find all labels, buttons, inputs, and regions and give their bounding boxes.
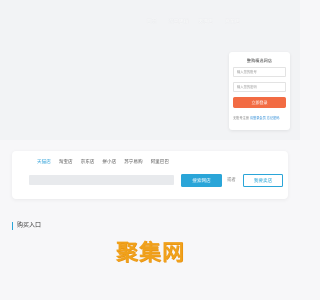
watermark-text: 聚集网 xyxy=(116,241,186,266)
register-link[interactable]: 请登录会员 xyxy=(250,116,266,120)
tab-alibaba[interactable]: 阿里巴巴 xyxy=(151,158,169,166)
forgot-password-link[interactable]: 忘记密码 xyxy=(267,116,280,120)
search-button[interactable]: 搜索网店 xyxy=(181,174,222,187)
search-input[interactable] xyxy=(29,175,174,185)
top-nav: 首页 淘宝店铺 天猫店 京东店 xyxy=(138,18,246,25)
account-input[interactable]: 输入您的账号 xyxy=(233,67,286,77)
tab-jd[interactable]: 京东店 xyxy=(81,158,95,166)
store-type-tabs: 天猫店 淘宝店 京东店 拼小店 苏宁易购 阿里巴巴 xyxy=(37,158,177,166)
hero-banner: 首页 淘宝店铺 天猫店 京东店 整购精选网店 输入您的账号 输入您的密码 立即登… xyxy=(0,0,300,140)
login-button[interactable]: 立即登录 xyxy=(233,97,286,108)
tab-tmall[interactable]: 天猫店 xyxy=(37,158,51,166)
nav-item-home[interactable]: 首页 xyxy=(138,18,165,25)
tab-suning[interactable]: 苏宁易购 xyxy=(124,158,142,166)
nav-item-tmall[interactable]: 天猫店 xyxy=(192,18,219,25)
tab-taobao[interactable]: 淘宝店 xyxy=(59,158,73,166)
password-input[interactable]: 输入您的密码 xyxy=(233,82,286,92)
nav-item-jd[interactable]: 京东店 xyxy=(219,18,246,25)
login-title: 整购精选网店 xyxy=(246,58,273,63)
section-title: 购买入口 xyxy=(12,222,41,230)
or-label: 或者 xyxy=(227,177,236,182)
login-links: 无账号注册 请登录会员 忘记密码 xyxy=(233,115,289,120)
sell-store-button[interactable]: 我要卖店 xyxy=(243,174,283,187)
watermark-logo: 聚集网 xyxy=(116,235,185,267)
nav-item-taobao[interactable]: 淘宝店铺 xyxy=(165,18,192,25)
login-card: 整购精选网店 输入您的账号 输入您的密码 立即登录 无账号注册 请登录会员 忘记… xyxy=(229,52,290,130)
tab-pinxiaodian[interactable]: 拼小店 xyxy=(102,158,116,166)
login-links-prefix: 无账号注册 xyxy=(233,116,249,120)
search-panel: 天猫店 淘宝店 京东店 拼小店 苏宁易购 阿里巴巴 搜索网店 或者 我要卖店 xyxy=(12,151,288,199)
